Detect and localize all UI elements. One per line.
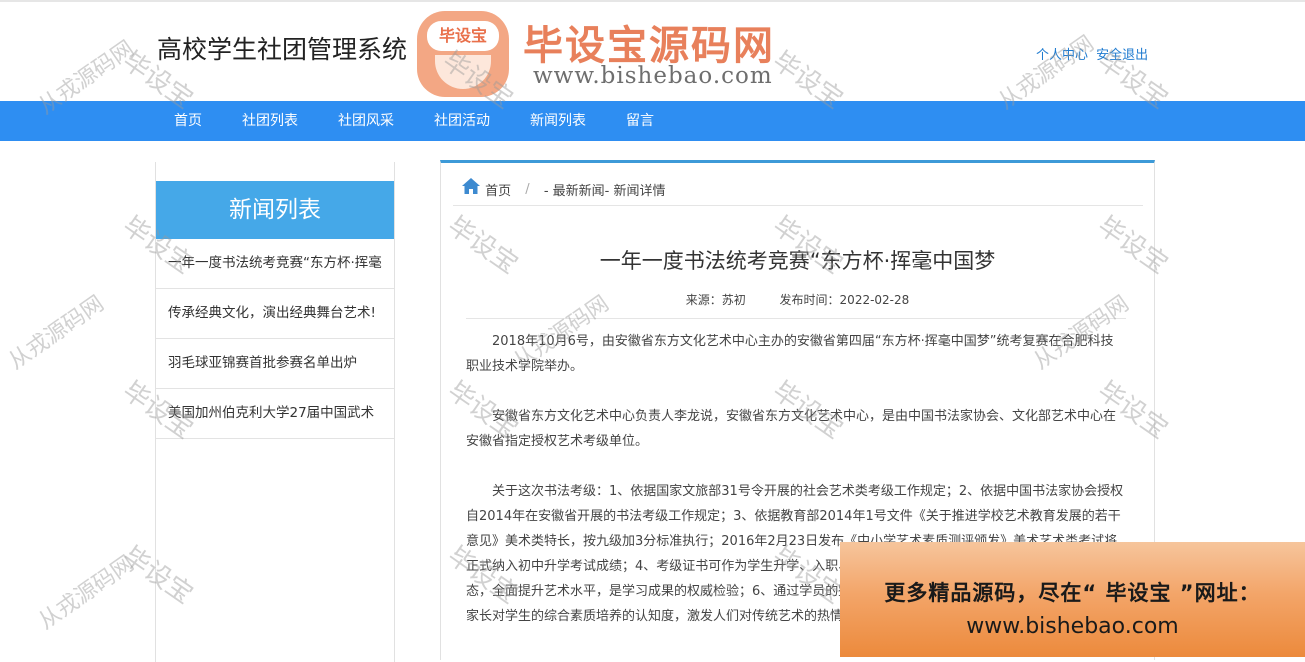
article-title: 一年一度书法统考竞赛“东方杯·挥毫中国梦 bbox=[599, 249, 996, 273]
breadcrumb-separator: / bbox=[525, 182, 530, 197]
article-source: 来源：苏初 bbox=[685, 293, 746, 307]
sidebar-news-item[interactable]: 羽毛球亚锦赛首批参赛名单出炉 bbox=[156, 339, 394, 389]
breadcrumb-divider bbox=[453, 205, 1143, 206]
site-title: 高校学生社团管理系统 bbox=[157, 35, 408, 64]
main-navbar: 首页 社团列表 社团风采 社团活动 新闻列表 留言 bbox=[0, 101, 1305, 141]
ad-url[interactable]: www.bishebao.com bbox=[840, 614, 1305, 639]
breadcrumb-current: - 最新新闻- 新闻详情 bbox=[543, 184, 666, 199]
logo-badge-text: 毕设宝 bbox=[427, 21, 499, 51]
sidebar-news-item[interactable]: 传承经典文化，演出经典舞台艺术! bbox=[156, 289, 394, 339]
logo-url: www.bishebao.com bbox=[533, 63, 773, 89]
breadcrumb-home[interactable]: 首页 bbox=[485, 184, 511, 199]
sidebar-news-item[interactable]: 美国加州伯克利大学27届中国武术 bbox=[156, 389, 394, 439]
sidebar-news-item[interactable]: 一年一度书法统考竞赛“东方杯·挥毫 bbox=[156, 239, 394, 289]
article-publish-time: 发布时间：2022-02-28 bbox=[779, 293, 910, 307]
nav-club-style[interactable]: 社团风采 bbox=[338, 101, 394, 141]
article-meta: 来源：苏初 发布时间：2022-02-28 bbox=[441, 291, 1154, 308]
nav-message[interactable]: 留言 bbox=[626, 101, 654, 141]
meta-divider bbox=[466, 318, 1126, 319]
logout-link[interactable]: 安全退出 bbox=[1096, 48, 1148, 63]
nav-news-list[interactable]: 新闻列表 bbox=[530, 101, 586, 141]
nav-club-activity[interactable]: 社团活动 bbox=[434, 101, 490, 141]
user-center-link[interactable]: 个人中心 bbox=[1036, 48, 1088, 63]
article-paragraph: 安徽省东方文化艺术中心负责人李龙说，安徽省东方文化艺术中心，是由中国书法家协会、… bbox=[466, 409, 1117, 449]
logo-badge-icon: 毕设宝 bbox=[417, 11, 509, 97]
home-icon[interactable] bbox=[461, 177, 481, 195]
nav-home[interactable]: 首页 bbox=[174, 101, 202, 141]
watermark-text: 从戎源码网 bbox=[4, 291, 109, 375]
sidebar-news-list: 一年一度书法统考竞赛“东方杯·挥毫 传承经典文化，演出经典舞台艺术! 羽毛球亚锦… bbox=[156, 239, 394, 439]
nav-club-list[interactable]: 社团列表 bbox=[242, 101, 298, 141]
logo-face-shape bbox=[435, 55, 491, 89]
ad-text: 更多精品源码，尽在“ 毕设宝 ”网址： bbox=[884, 581, 1261, 605]
breadcrumb: 首页 / - 最新新闻- 新闻详情 bbox=[461, 177, 665, 205]
sidebar-title: 新闻列表 bbox=[156, 181, 394, 239]
logo-watermark: 毕设宝 毕设宝源码网 www.bishebao.com bbox=[405, 5, 800, 101]
sidebar: 新闻列表 一年一度书法统考竞赛“东方杯·挥毫 传承经典文化，演出经典舞台艺术! … bbox=[155, 162, 395, 662]
article-paragraph: 2018年10月6号，由安徽省东方文化艺术中心主办的安徽省第四届“东方杯·挥毫中… bbox=[466, 334, 1114, 374]
ad-banner[interactable]: 更多精品源码，尽在“ 毕设宝 ”网址： www.bishebao.com bbox=[840, 542, 1305, 657]
header-links: 个人中心 安全退出 bbox=[1036, 44, 1148, 63]
watermark-text: 从戎源码网 bbox=[34, 551, 139, 635]
